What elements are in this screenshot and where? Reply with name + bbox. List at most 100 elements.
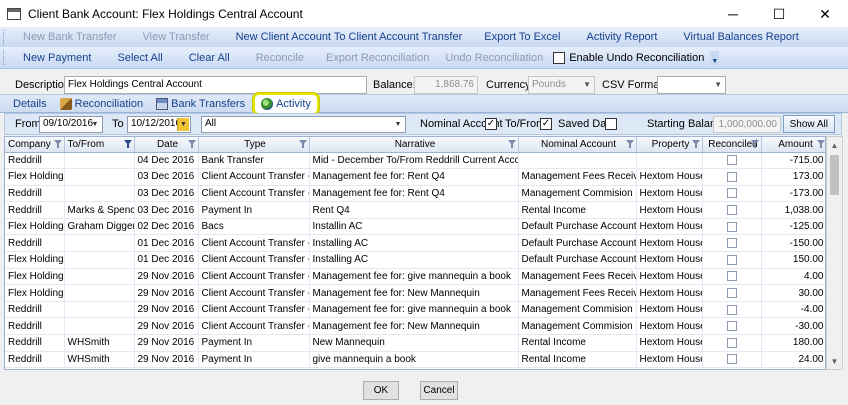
close-button[interactable]: ✕	[802, 0, 848, 28]
type-filter-select[interactable]: All ▼	[201, 116, 406, 133]
description-field[interactable]: Flex Holdings Central Account	[64, 76, 367, 94]
scroll-up-arrow-icon[interactable]: ▲	[827, 137, 842, 153]
toolbar-overflow-icon[interactable]: ▼	[710, 50, 720, 65]
activity-grid[interactable]: Company To/From Date Type Narrative Nomi…	[4, 136, 826, 370]
cell-reconciled[interactable]	[702, 168, 762, 186]
reconciled-checkbox[interactable]	[726, 155, 737, 166]
filter-active-icon[interactable]	[123, 139, 132, 148]
column-header-date[interactable]: Date	[134, 137, 199, 153]
reconcile-button[interactable]: Reconcile	[250, 47, 310, 68]
from-date-picker[interactable]: 09/10/2016 ▼	[39, 116, 103, 133]
toolbar-grip[interactable]	[3, 29, 7, 45]
table-row[interactable]: Reddrill 04 Dec 2016 Bank Transfer Mid - De…	[5, 152, 825, 170]
column-header-type[interactable]: Type	[198, 137, 310, 153]
virtual-balances-report-button[interactable]: Virtual Balances Report	[677, 27, 804, 47]
cell-reconciled[interactable]	[702, 301, 762, 319]
toolbar-grip[interactable]	[3, 50, 7, 65]
cell-reconciled[interactable]	[702, 284, 762, 302]
cell-reconciled[interactable]	[702, 334, 762, 352]
enable-undo-checkbox[interactable]	[553, 51, 566, 64]
cell-reconciled[interactable]	[702, 201, 762, 219]
tab-reconciliation[interactable]: Reconciliation	[55, 95, 148, 112]
table-row[interactable]: Reddrill 29 Nov 2016 Client Account Transf…	[5, 317, 825, 336]
reconciled-checkbox[interactable]	[726, 254, 737, 265]
column-header-reconciled[interactable]: Reconciled	[702, 137, 762, 153]
table-row[interactable]: Flex Holding 29 Nov 2016 Client Account Tr…	[5, 268, 825, 286]
saved-date-checkbox[interactable]	[605, 118, 617, 130]
tab-activity[interactable]: Activity	[253, 92, 319, 115]
reconciled-checkbox[interactable]	[726, 287, 737, 298]
clear-all-button[interactable]: Clear All	[183, 47, 236, 68]
scroll-down-arrow-icon[interactable]: ▼	[827, 353, 842, 369]
table-row[interactable]: Reddrill 29 Nov 2016 Client Account Transf…	[5, 301, 825, 319]
filter-icon[interactable]	[750, 139, 759, 148]
filter-icon[interactable]	[187, 139, 196, 148]
chevron-down-icon[interactable]: ▼	[392, 118, 404, 131]
cell-reconciled[interactable]	[702, 218, 762, 236]
chevron-down-icon[interactable]: ▼	[177, 118, 189, 131]
grid-vertical-scrollbar[interactable]: ▲ ▼	[826, 136, 843, 370]
reconciled-checkbox[interactable]	[726, 304, 737, 315]
reconciled-checkbox[interactable]	[726, 204, 737, 215]
reconciled-checkbox[interactable]	[726, 271, 737, 282]
cell-reconciled[interactable]	[702, 234, 762, 253]
new-payment-button[interactable]: New Payment	[17, 47, 97, 68]
new-bank-transfer-button[interactable]: New Bank Transfer	[17, 27, 123, 47]
cancel-button[interactable]: Cancel	[420, 381, 458, 400]
cell-reconciled[interactable]	[702, 251, 762, 269]
cell-reconciled[interactable]	[702, 152, 762, 170]
column-header-to-from[interactable]: To/From	[64, 137, 135, 153]
tab-details[interactable]: Details	[8, 95, 52, 112]
maximize-button[interactable]: ☐	[756, 0, 802, 28]
enable-undo-reconciliation-toggle[interactable]: Enable Undo Reconciliation	[549, 51, 708, 64]
table-row[interactable]: Flex Holding Graham Digger 02 Dec 2016 Bacs…	[5, 218, 825, 236]
to-from-checkbox[interactable]: ✓	[540, 118, 552, 130]
view-transfer-button[interactable]: View Transfer	[137, 27, 216, 47]
reconciled-checkbox[interactable]	[726, 171, 737, 182]
column-header-nominal-account[interactable]: Nominal Account	[518, 137, 637, 153]
filter-icon[interactable]	[298, 139, 307, 148]
filter-icon[interactable]	[691, 139, 700, 148]
reconciled-checkbox[interactable]	[726, 238, 737, 249]
table-row[interactable]: Reddrill Marks & Spenc 03 Dec 2016 Payment …	[5, 201, 825, 219]
chevron-down-icon[interactable]: ▼	[89, 118, 101, 131]
reconciled-checkbox[interactable]	[726, 337, 737, 348]
select-all-button[interactable]: Select All	[111, 47, 168, 68]
cell-reconciled[interactable]	[702, 317, 762, 336]
table-row[interactable]: Flex Holding 01 Dec 2016 Client Account Tr…	[5, 251, 825, 269]
table-row[interactable]: Flex Holding 03 Dec 2016 Client Account Tr…	[5, 168, 825, 186]
filter-icon[interactable]	[625, 139, 634, 148]
table-row[interactable]: Reddrill WHSmith 29 Nov 2016 Payment In New …	[5, 334, 825, 352]
reconciled-checkbox[interactable]	[726, 321, 737, 332]
minimize-button[interactable]: ─	[710, 0, 756, 28]
cell-reconciled[interactable]	[702, 351, 762, 369]
ok-button[interactable]: OK	[363, 381, 399, 400]
show-all-button[interactable]: Show All	[782, 115, 835, 133]
column-header-company[interactable]: Company	[5, 137, 65, 153]
tab-bank-transfers[interactable]: Bank Transfers	[151, 95, 250, 112]
reconciled-checkbox[interactable]	[726, 354, 737, 365]
to-date-picker[interactable]: 10/12/2016 ▼	[127, 116, 191, 133]
nominal-account-checkbox[interactable]: ✓	[485, 118, 497, 130]
new-client-account-transfer-button[interactable]: New Client Account To Client Account Tra…	[230, 27, 469, 47]
column-header-narrative[interactable]: Narrative	[309, 137, 519, 153]
cell-reconciled[interactable]	[702, 268, 762, 286]
filter-icon[interactable]	[507, 139, 516, 148]
reconciled-checkbox[interactable]	[726, 188, 737, 199]
activity-report-button[interactable]: Activity Report	[580, 27, 663, 47]
filter-icon[interactable]	[53, 139, 62, 148]
column-header-amount[interactable]: Amount	[761, 137, 825, 153]
table-row[interactable]: Reddrill 01 Dec 2016 Client Account Transf…	[5, 234, 825, 253]
export-to-excel-button[interactable]: Export To Excel	[478, 27, 566, 47]
export-reconciliation-button[interactable]: Export Reconciliation	[320, 47, 435, 68]
undo-reconciliation-button[interactable]: Undo Reconciliation	[439, 47, 549, 68]
reconciled-checkbox[interactable]	[726, 221, 737, 232]
csv-format-select[interactable]: ▼	[657, 76, 726, 94]
filter-icon[interactable]	[816, 139, 825, 148]
table-row[interactable]: Reddrill WHSmith 29 Nov 2016 Payment In give…	[5, 351, 825, 369]
cell-reconciled[interactable]	[702, 185, 762, 203]
scrollbar-thumb[interactable]	[830, 155, 839, 195]
table-row[interactable]: Flex Holding 29 Nov 2016 Client Account Tr…	[5, 284, 825, 302]
column-header-property[interactable]: Property	[636, 137, 703, 153]
table-row[interactable]: Reddrill 03 Dec 2016 Client Account Transf…	[5, 185, 825, 203]
